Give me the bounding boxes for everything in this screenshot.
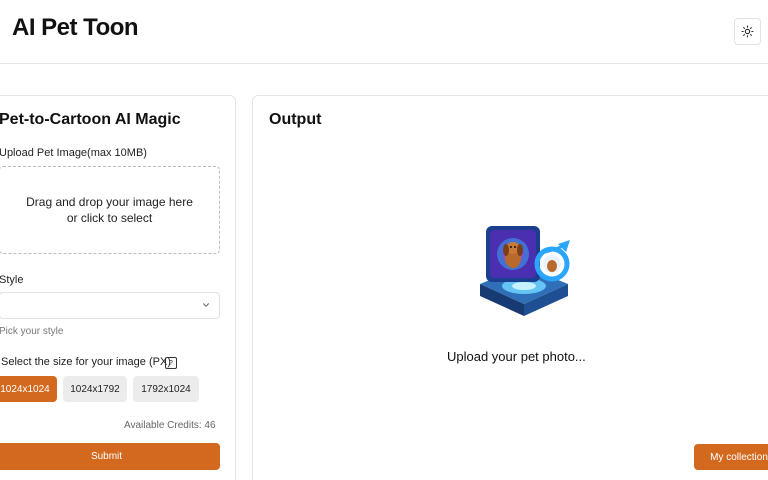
chevron-down-icon xyxy=(202,303,210,307)
size-label: Select the size for your image (PX) xyxy=(1,356,171,368)
image-dropzone[interactable]: Drag and drop your image here or click t… xyxy=(0,166,220,254)
size-option-1792x1024[interactable]: 1792x1024 xyxy=(133,376,199,402)
form-heading: Pet-to-Cartoon AI Magic xyxy=(0,111,181,128)
app-header: AI Pet Toon xyxy=(0,0,768,64)
sun-icon xyxy=(741,25,754,38)
size-option-1024x1024[interactable]: 1024x1024 xyxy=(0,376,57,402)
input-panel: Pet-to-Cartoon AI Magic Upload Pet Image… xyxy=(0,95,236,480)
output-heading: Output xyxy=(269,111,322,128)
my-collection-button[interactable]: My collection xyxy=(694,444,768,470)
dropzone-text-line1: Drag and drop your image here xyxy=(26,195,193,209)
info-icon[interactable]: ? xyxy=(165,357,177,369)
style-label: Style xyxy=(0,274,24,286)
style-select[interactable] xyxy=(0,292,220,319)
theme-toggle-button[interactable] xyxy=(734,18,761,45)
output-panel: Output Upload your pet photo... My colle… xyxy=(252,95,768,480)
submit-button[interactable]: Submit xyxy=(0,443,220,470)
credits-text: Available Credits: 46 xyxy=(124,420,216,431)
dropzone-text-line2: or click to select xyxy=(66,211,153,225)
size-option-1024x1792[interactable]: 1024x1792 xyxy=(63,376,127,402)
app-title: AI Pet Toon xyxy=(12,14,139,41)
pet-illustration xyxy=(480,226,570,316)
upload-label: Upload Pet Image(max 10MB) xyxy=(0,147,147,159)
output-placeholder: Upload your pet photo... xyxy=(447,349,586,364)
style-hint: Pick your style xyxy=(0,326,64,337)
